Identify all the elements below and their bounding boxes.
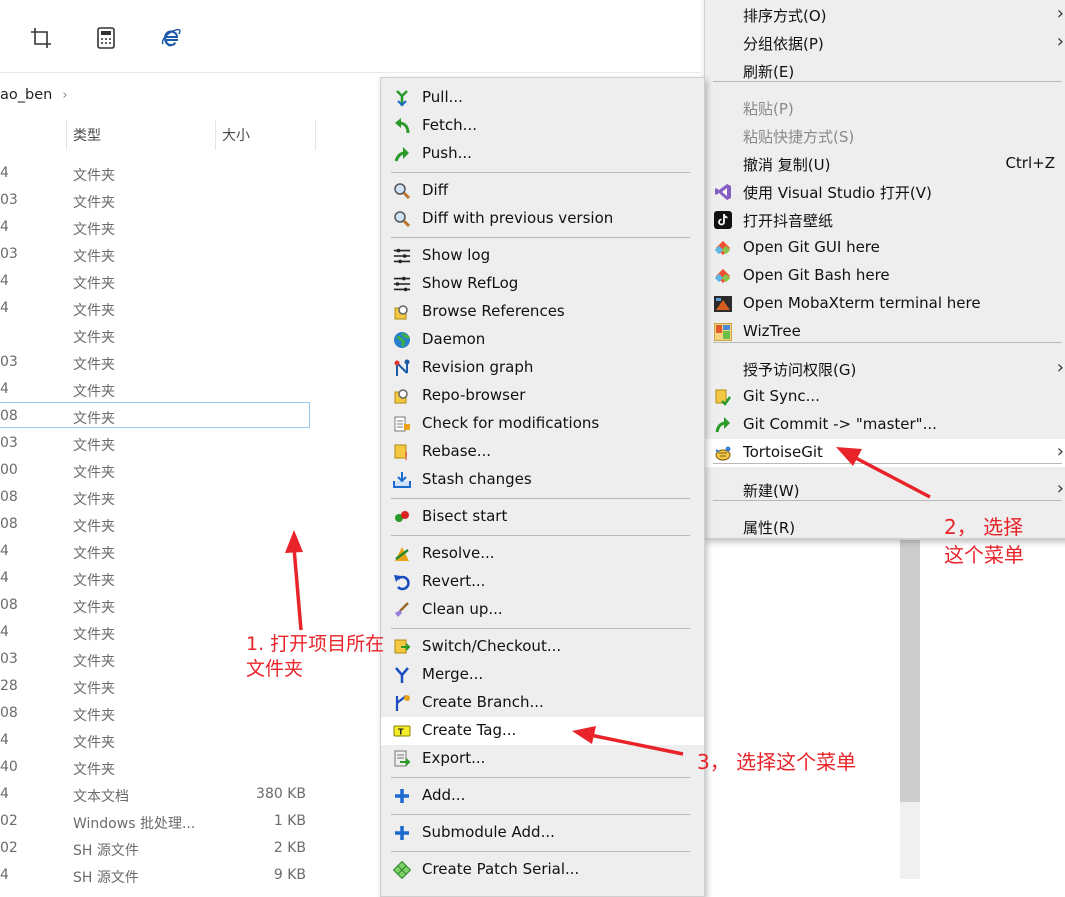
annotation-step1: 1. 打开项目所在 文件夹 — [246, 632, 384, 682]
annotation-arrows — [285, 447, 931, 756]
annotation-step2-line2: 这个菜单 — [944, 543, 1024, 567]
annotation-step1-line1: 1. 打开项目所在 — [246, 633, 385, 655]
annotation-step2: 2， 选择 这个菜单 — [944, 513, 1024, 569]
annotation-step1-line2: 文件夹 — [246, 658, 304, 680]
annotation-step2-line1: 2， 选择 — [944, 515, 1024, 539]
annotation-step3: 3， 选择这个菜单 — [697, 750, 857, 774]
